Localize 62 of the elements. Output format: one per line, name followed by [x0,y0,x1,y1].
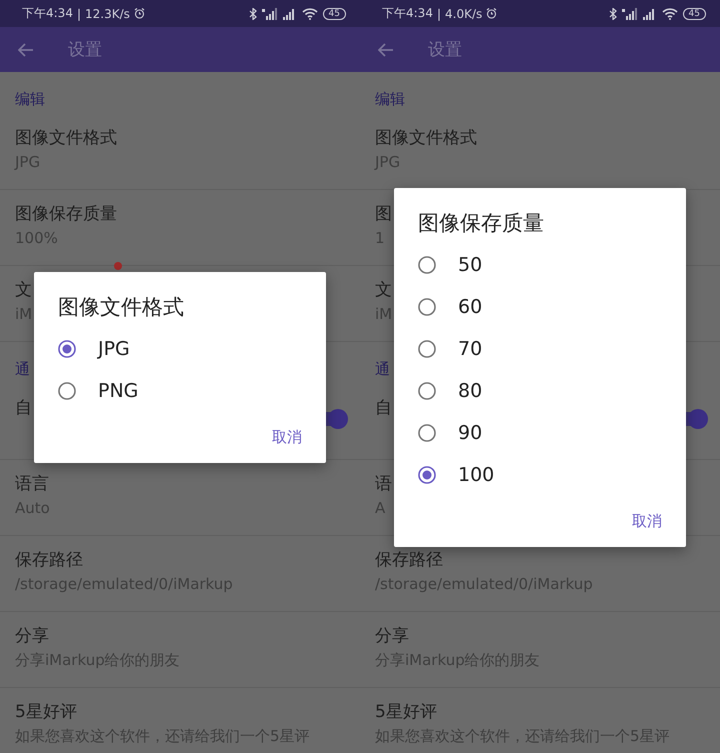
row-title: 文 [375,279,392,302]
radio-button[interactable] [418,382,436,400]
radio-button[interactable] [418,256,436,274]
radio-button[interactable] [418,298,436,316]
row-title: 语 [375,473,392,496]
bluetooth-icon [608,8,617,20]
radio-option[interactable]: 60 [394,286,686,328]
radio-option[interactable]: JPG [34,328,326,370]
dialog-title: 图像保存质量 [417,210,545,236]
row-title: 分享 [15,625,49,648]
radio-option[interactable]: 70 [394,328,686,370]
row-title: 5星好评 [15,701,77,724]
dialog-title: 图像文件格式 [57,294,185,320]
signal-icon [622,8,638,20]
section-header: 通 [15,360,30,378]
network-speed: 4.0K/s [445,6,482,20]
wifi-icon [662,8,678,20]
radio-option[interactable]: PNG [34,370,326,412]
section-header: 通 [375,360,390,378]
cancel-button[interactable]: 取消 [624,504,670,538]
section-header: 编辑 [15,90,45,108]
radio-button[interactable] [418,424,436,442]
radio-option[interactable]: 80 [394,370,686,412]
radio-option[interactable]: 50 [394,244,686,286]
row-title: 自 [15,397,32,420]
radio-option[interactable]: 100 [394,454,686,496]
row-title: 分享 [375,625,409,648]
radio-button[interactable] [418,340,436,358]
status-time: 下午4:34 [382,5,433,22]
row-title: 文 [15,279,32,302]
row-title: 语言 [15,473,49,496]
back-button[interactable] [16,40,36,58]
row-title: 图像保存质量 [15,203,117,226]
radio-button[interactable] [58,340,76,358]
row-title: 保存路径 [15,549,83,572]
radio-option[interactable]: 90 [394,412,686,454]
radio-button[interactable] [58,382,76,400]
toolbar-title: 设置 [68,39,102,61]
back-button[interactable] [376,40,396,58]
row-title: 图像文件格式 [375,127,477,150]
section-header: 编辑 [375,90,405,108]
status-separator: | [436,6,441,20]
signal-icon [282,8,297,20]
network-speed: 12.3K/s [85,6,130,20]
cancel-button[interactable]: 取消 [264,420,310,454]
row-title: 图 [375,203,392,226]
signal-icon [642,8,657,20]
radio-button[interactable] [418,466,436,484]
battery-indicator: 45 [682,8,706,20]
alarm-icon [134,8,145,19]
bluetooth-icon [248,8,257,20]
status-time: 下午4:34 [22,5,73,22]
row-title: 保存路径 [375,549,443,572]
wifi-icon [302,8,318,20]
row-title: 5星好评 [375,701,437,724]
battery-indicator: 45 [322,8,346,20]
row-title: 图像文件格式 [15,127,117,150]
signal-icon [262,8,278,20]
toolbar-title: 设置 [428,39,462,61]
status-separator: | [76,6,81,20]
alarm-icon [486,8,498,19]
row-title: 自 [375,397,392,420]
